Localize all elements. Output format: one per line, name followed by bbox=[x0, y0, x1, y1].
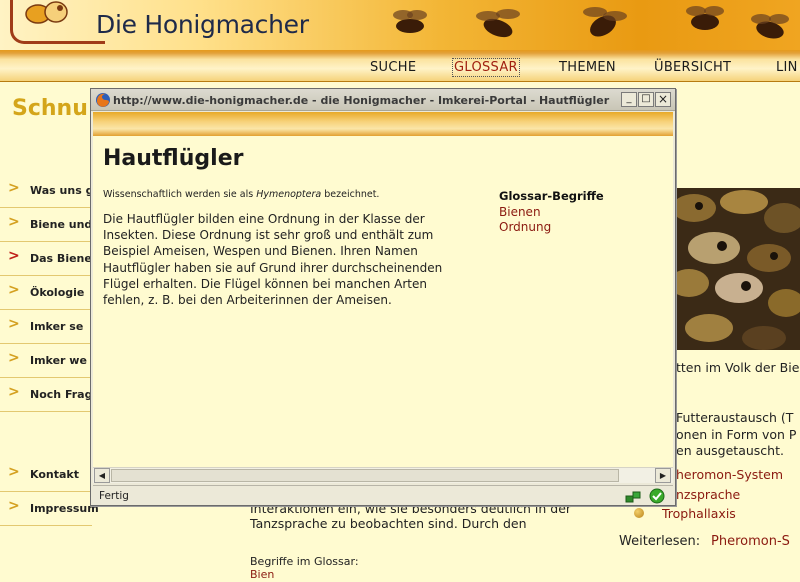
weiterlesen-label: Weiterlesen: bbox=[619, 534, 701, 549]
nav-themen[interactable]: THEMEN bbox=[559, 60, 616, 75]
nav-suche[interactable]: SUCHE bbox=[370, 60, 416, 75]
popup-heading: Hautflügler bbox=[103, 146, 244, 171]
bg-text-line: Futteraustausch (T bbox=[676, 410, 794, 425]
glossar-terms-label: Begriffe im Glossar: bbox=[250, 555, 359, 568]
side-item-noch-fragen[interactable]: > Noch Frag bbox=[0, 378, 92, 412]
popup-titlebar[interactable]: http://www.die-honigmacher.de - die Honi… bbox=[91, 89, 675, 111]
logo-bee-icon bbox=[25, 1, 68, 24]
side-item-imker-sein[interactable]: > Imker se bbox=[0, 310, 92, 344]
popup-body-text: Die Hautflügler bilden eine Ordnung in d… bbox=[103, 212, 443, 308]
scientific-name-line: Wissenschaftlich werden sie als Hymenopt… bbox=[103, 189, 379, 200]
site-title[interactable]: Die Honigmacher bbox=[96, 10, 309, 39]
nav-links[interactable]: LIN bbox=[776, 60, 798, 75]
close-button[interactable]: × bbox=[655, 92, 671, 107]
main-nav: SUCHE GLOSSAR THEMEN ÜBERSICHT LIN bbox=[0, 50, 800, 82]
side-item-biene-und[interactable]: > Biene und bbox=[0, 208, 92, 242]
bee-icon bbox=[393, 10, 427, 33]
bg-body-line: Tanzsprache zu beobachten sind. Durch de… bbox=[250, 516, 527, 531]
side-item-was-uns[interactable]: > Was uns g bbox=[0, 174, 94, 208]
scroll-thumb[interactable] bbox=[111, 469, 619, 482]
glossar-link-pheromon[interactable]: heromon-System bbox=[676, 467, 783, 482]
side-item-das-bienenvolk[interactable]: > Das Biene bbox=[0, 242, 92, 276]
glossar-terms-box: Glossar-Begriffe Bienen Ordnung bbox=[499, 189, 604, 236]
bee-icon bbox=[686, 6, 724, 30]
bee-icon bbox=[476, 9, 520, 38]
chevron-right-icon: > bbox=[8, 384, 20, 400]
side-item-label: Biene und bbox=[30, 218, 93, 231]
side-item-oekologie[interactable]: > Ökologie bbox=[0, 276, 92, 310]
maximize-button[interactable]: □ bbox=[638, 92, 654, 107]
side-item-impressum[interactable]: > Impressum bbox=[0, 492, 99, 526]
popup-window: http://www.die-honigmacher.de - die Honi… bbox=[90, 88, 676, 506]
page-heading: Schnu bbox=[12, 96, 88, 121]
sci-prefix: Wissenschaftlich werden sie als bbox=[103, 189, 257, 200]
glossar-link-trophallaxis[interactable]: Trophallaxis bbox=[662, 506, 736, 521]
scroll-right-button[interactable]: ▶ bbox=[655, 468, 671, 483]
bee-photo bbox=[674, 188, 800, 350]
checkmark-icon bbox=[649, 488, 665, 504]
bg-text-line: onen in Form von P bbox=[676, 427, 797, 442]
chevron-right-icon: > bbox=[8, 464, 20, 480]
chevron-right-icon: > bbox=[8, 350, 20, 366]
chevron-right-icon: > bbox=[8, 316, 20, 332]
side-item-label: Das Biene bbox=[30, 252, 92, 265]
glossar-link-bienen[interactable]: Bienen bbox=[499, 205, 604, 221]
scroll-left-button[interactable]: ◀ bbox=[94, 468, 110, 483]
bg-text-line: tten im Volk der Bie bbox=[676, 360, 800, 375]
weiterlesen-link[interactable]: Pheromon-S bbox=[711, 534, 790, 549]
popup-content: Hautflügler Wissenschaftlich werden sie … bbox=[93, 136, 673, 467]
popup-window-title: http://www.die-honigmacher.de - die Honi… bbox=[113, 94, 613, 107]
chevron-right-icon: > bbox=[8, 498, 20, 514]
side-item-label: Impressum bbox=[30, 502, 99, 515]
side-item-label: Noch Frag bbox=[30, 388, 93, 401]
side-item-label: Ökologie bbox=[30, 286, 85, 299]
side-item-label: Kontakt bbox=[30, 468, 79, 481]
bullet-icon bbox=[634, 508, 644, 518]
sci-name: Hymenoptera bbox=[256, 189, 322, 200]
status-text: Fertig bbox=[99, 490, 129, 502]
network-icon bbox=[625, 491, 641, 503]
popup-header-band bbox=[93, 112, 673, 136]
chevron-right-icon: > bbox=[8, 248, 20, 264]
firefox-icon bbox=[96, 93, 110, 107]
nav-glossar[interactable]: GLOSSAR bbox=[452, 58, 520, 77]
nav-uebersicht[interactable]: ÜBERSICHT bbox=[654, 60, 731, 75]
glossar-terms-heading: Glossar-Begriffe bbox=[499, 189, 604, 203]
horizontal-scrollbar[interactable]: ◀ ▶ bbox=[93, 467, 673, 483]
site-header: Die Honigmacher bbox=[0, 0, 800, 50]
chevron-right-icon: > bbox=[8, 214, 20, 230]
side-item-label: Imker we bbox=[30, 354, 87, 367]
side-item-label: Was uns g bbox=[30, 184, 94, 197]
bee-photo-image bbox=[674, 188, 800, 350]
side-item-label: Imker se bbox=[30, 320, 84, 333]
side-item-kontakt[interactable]: > Kontakt bbox=[0, 458, 92, 492]
minimize-button[interactable]: _ bbox=[621, 92, 637, 107]
glossar-link-ordnung[interactable]: Ordnung bbox=[499, 220, 604, 236]
status-bar: Fertig bbox=[93, 485, 673, 505]
chevron-right-icon: > bbox=[8, 180, 20, 196]
glossar-link-bien[interactable]: Bien bbox=[250, 568, 274, 581]
side-item-imker-werden[interactable]: > Imker we bbox=[0, 344, 92, 378]
chevron-right-icon: > bbox=[8, 282, 20, 298]
glossar-link-tanzsprache[interactable]: nzsprache bbox=[676, 487, 740, 502]
bg-text-line: en ausgetauscht. bbox=[676, 443, 784, 458]
bee-icon bbox=[751, 14, 789, 39]
sci-suffix: bezeichnet. bbox=[321, 189, 380, 200]
bee-icon bbox=[583, 7, 627, 37]
